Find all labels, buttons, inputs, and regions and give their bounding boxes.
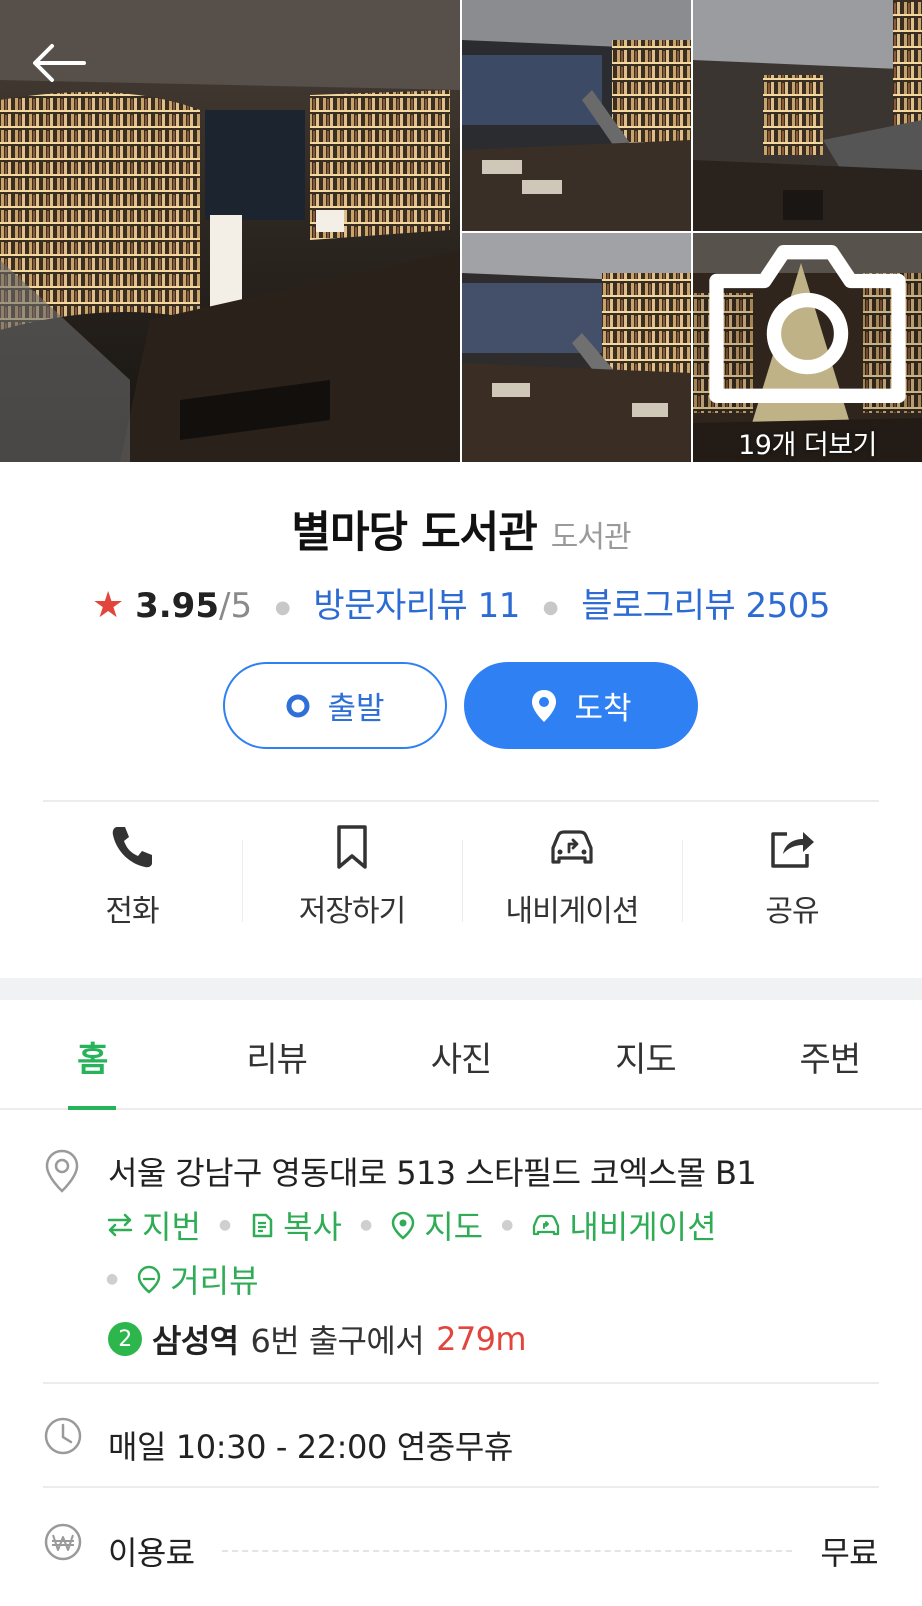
origin-dot-icon xyxy=(286,694,310,717)
arrive-label: 도착 xyxy=(574,691,632,727)
tab-photos[interactable]: 사진 xyxy=(369,1000,553,1108)
gallery-photo[interactable] xyxy=(462,0,691,231)
map-link[interactable]: 지도 xyxy=(390,1202,483,1248)
map-pin-icon xyxy=(391,1211,415,1240)
tab-bar: 홈 리뷰 사진 지도 주변 xyxy=(0,1000,922,1110)
location-pin-icon xyxy=(45,1149,79,1193)
rating-max: /5 xyxy=(218,586,253,626)
divider xyxy=(43,1486,879,1488)
station-exit: 6번 출구에서 xyxy=(250,1322,425,1360)
car-navigation-icon xyxy=(551,830,593,864)
separator-dot: ● xyxy=(542,597,559,618)
lot-address-label: 지번 xyxy=(142,1208,201,1246)
depart-button[interactable]: 출발 xyxy=(223,662,447,749)
subway-info: 2 삼성역 6번 출구에서 279m xyxy=(108,1316,527,1362)
phone-icon xyxy=(112,827,152,868)
more-photos-tile[interactable]: 19개 더보기 xyxy=(693,233,922,462)
visitor-reviews-link[interactable]: 방문자리뷰 11 xyxy=(313,586,520,626)
street-view-icon xyxy=(137,1265,161,1294)
divider xyxy=(43,800,879,802)
action-label: 내비게이션 xyxy=(505,894,640,929)
separator-dot: ● xyxy=(218,1217,232,1233)
navigation-link[interactable]: 내비게이션 xyxy=(531,1202,717,1248)
dotted-leader xyxy=(222,1550,792,1552)
opening-hours: 매일 10:30 - 22:00 연중무휴 xyxy=(108,1428,513,1466)
copy-icon xyxy=(252,1213,273,1238)
navigation-action[interactable]: 내비게이션 xyxy=(462,822,682,942)
action-label: 저장하기 xyxy=(298,894,406,929)
fee-label: 이용료 xyxy=(108,1534,195,1572)
lot-address-link[interactable]: 지번 xyxy=(106,1202,201,1248)
divider xyxy=(43,1382,879,1384)
more-photos-label: 19개 더보기 xyxy=(738,430,877,461)
copy-link[interactable]: 복사 xyxy=(249,1202,342,1248)
copy-label: 복사 xyxy=(283,1208,342,1246)
action-label: 전화 xyxy=(105,894,159,929)
tab-nearby[interactable]: 주변 xyxy=(738,1000,922,1108)
separator-dot: ● xyxy=(274,597,291,618)
action-label: 공유 xyxy=(765,894,819,929)
tab-reviews[interactable]: 리뷰 xyxy=(184,1000,368,1108)
won-currency-icon xyxy=(44,1523,82,1561)
arrive-button[interactable]: 도착 xyxy=(464,662,698,749)
car-navigation-icon xyxy=(533,1214,560,1236)
place-name: 별마당 도서관 xyxy=(291,508,537,558)
more-photos-overlay: 19개 더보기 xyxy=(693,233,922,462)
station-distance: 279m xyxy=(436,1320,526,1358)
gallery-photo[interactable] xyxy=(462,233,691,462)
depart-label: 출발 xyxy=(327,691,385,727)
place-title-row: 별마당 도서관 도서관 xyxy=(0,498,922,560)
address-text: 서울 강남구 영동대로 513 스타필드 코엑스몰 B1 xyxy=(108,1154,757,1192)
photo-gallery: 19개 더보기 xyxy=(0,0,922,462)
tab-map[interactable]: 지도 xyxy=(553,1000,737,1108)
star-icon: ★ xyxy=(92,585,125,626)
gallery-photo[interactable] xyxy=(693,0,922,231)
address-links-row2: ● 거리뷰 xyxy=(106,1256,259,1302)
clock-icon xyxy=(44,1417,82,1455)
fee-value: 무료 xyxy=(820,1534,878,1572)
rating-score: 3.95 xyxy=(135,586,219,626)
action-bar: 전화 저장하기 내비게이션 공유 xyxy=(22,822,902,942)
place-category: 도서관 xyxy=(550,520,632,555)
station-name: 삼성역 xyxy=(152,1322,239,1360)
map-label: 지도 xyxy=(424,1208,484,1246)
navigation-label: 내비게이션 xyxy=(569,1208,717,1246)
subway-line-badge: 2 xyxy=(108,1322,142,1356)
separator-dot: ● xyxy=(501,1217,514,1233)
rating-row: ★ 3.95/5 ● 방문자리뷰 11 ● 블로그리뷰 2505 xyxy=(0,578,922,627)
separator-dot: ● xyxy=(360,1217,373,1233)
share-icon xyxy=(771,832,814,868)
bookmark-icon xyxy=(337,825,367,869)
address-links: 지번 ● 복사 ● 지도 ● 내비게이션 xyxy=(106,1202,717,1248)
street-view-label: 거리뷰 xyxy=(170,1262,259,1300)
street-view-link[interactable]: 거리뷰 xyxy=(136,1256,259,1302)
back-arrow-icon[interactable] xyxy=(26,38,90,88)
blog-reviews-link[interactable]: 블로그리뷰 2505 xyxy=(581,586,830,626)
tab-home[interactable]: 홈 xyxy=(0,1000,184,1110)
share-action[interactable]: 공유 xyxy=(682,822,902,942)
camera-icon xyxy=(709,244,906,404)
map-pin-icon xyxy=(532,689,557,722)
call-action[interactable]: 전화 xyxy=(22,822,242,942)
swap-icon xyxy=(107,1213,133,1237)
section-separator xyxy=(0,978,922,1000)
separator-dot: ● xyxy=(106,1271,119,1287)
save-action[interactable]: 저장하기 xyxy=(242,822,462,942)
